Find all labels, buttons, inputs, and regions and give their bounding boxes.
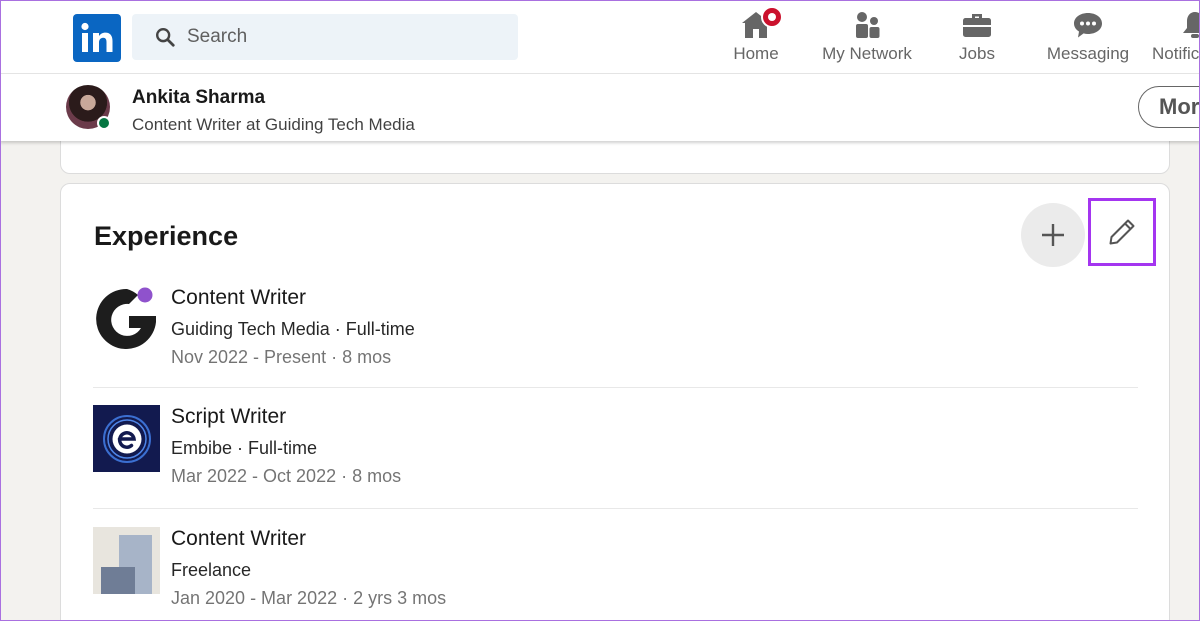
sticky-profile-bar: Ankita Sharma Content Writer at Guiding … xyxy=(0,74,1200,141)
nav-item-notifications[interactable]: Notifications xyxy=(1152,8,1200,68)
company-name: Guiding Tech Media · Full-time xyxy=(171,319,415,339)
home-icon xyxy=(739,6,783,42)
company-name: Embibe · Full-time xyxy=(171,438,318,458)
notification-badge xyxy=(761,6,783,28)
nav-label-notifications: Notifications xyxy=(1152,44,1200,63)
profile-headline: Content Writer at Guiding Tech Media xyxy=(132,115,415,134)
bell-icon xyxy=(1178,8,1200,42)
nav-label-my-network: My Network xyxy=(822,44,912,63)
experience-item[interactable]: Content Writer Guiding Tech Media · Full… xyxy=(93,286,1138,376)
more-button-label: More xyxy=(1159,94,1200,119)
top-navigation: Search Home My Network Jobs Messaging No… xyxy=(0,0,1200,74)
profile-name: Ankita Sharma xyxy=(132,87,266,108)
employment-dates: Jan 2020 - Mar 2022 · 2 yrs 3 mos xyxy=(171,588,447,608)
employment-dates: Nov 2022 - Present · 8 mos xyxy=(171,347,392,367)
add-experience-button[interactable] xyxy=(1021,203,1085,267)
nav-label-messaging: Messaging xyxy=(1046,44,1130,63)
nav-item-my-network[interactable]: My Network xyxy=(822,8,912,68)
guiding-tech-logo xyxy=(93,286,160,353)
briefcase-icon xyxy=(960,8,994,42)
edit-experience-button[interactable] xyxy=(1088,198,1156,266)
section-title: Experience xyxy=(94,221,239,251)
divider xyxy=(93,387,1138,388)
search-icon xyxy=(156,28,175,47)
search-input[interactable]: Search xyxy=(132,14,518,60)
chat-icon xyxy=(1071,8,1105,42)
experience-item[interactable]: Content Writer Freelance Jan 2020 - Mar … xyxy=(93,527,1138,617)
nav-label-jobs: Jobs xyxy=(959,44,995,63)
nav-item-messaging[interactable]: Messaging xyxy=(1046,8,1130,68)
search-placeholder: Search xyxy=(187,26,248,47)
nav-item-jobs[interactable]: Jobs xyxy=(959,8,995,68)
freelance-logo xyxy=(93,527,160,594)
plus-icon xyxy=(1042,224,1064,246)
pencil-icon xyxy=(1109,219,1135,245)
network-icon xyxy=(850,8,884,42)
more-button[interactable]: More xyxy=(1138,86,1200,128)
job-title[interactable]: Content Writer xyxy=(171,527,306,551)
job-title[interactable]: Script Writer xyxy=(171,405,286,429)
embibe-logo xyxy=(93,405,160,472)
company-name: Freelance xyxy=(171,560,252,580)
nav-label-home: Home xyxy=(733,44,779,63)
linkedin-logo[interactable] xyxy=(73,14,121,62)
job-title[interactable]: Content Writer xyxy=(171,286,306,310)
nav-item-home[interactable]: Home xyxy=(733,6,783,68)
online-status-indicator xyxy=(97,116,111,130)
divider xyxy=(93,508,1138,509)
employment-dates: Mar 2022 - Oct 2022 · 8 mos xyxy=(171,466,402,486)
experience-item[interactable]: Script Writer Embibe · Full-time Mar 202… xyxy=(93,405,1138,495)
